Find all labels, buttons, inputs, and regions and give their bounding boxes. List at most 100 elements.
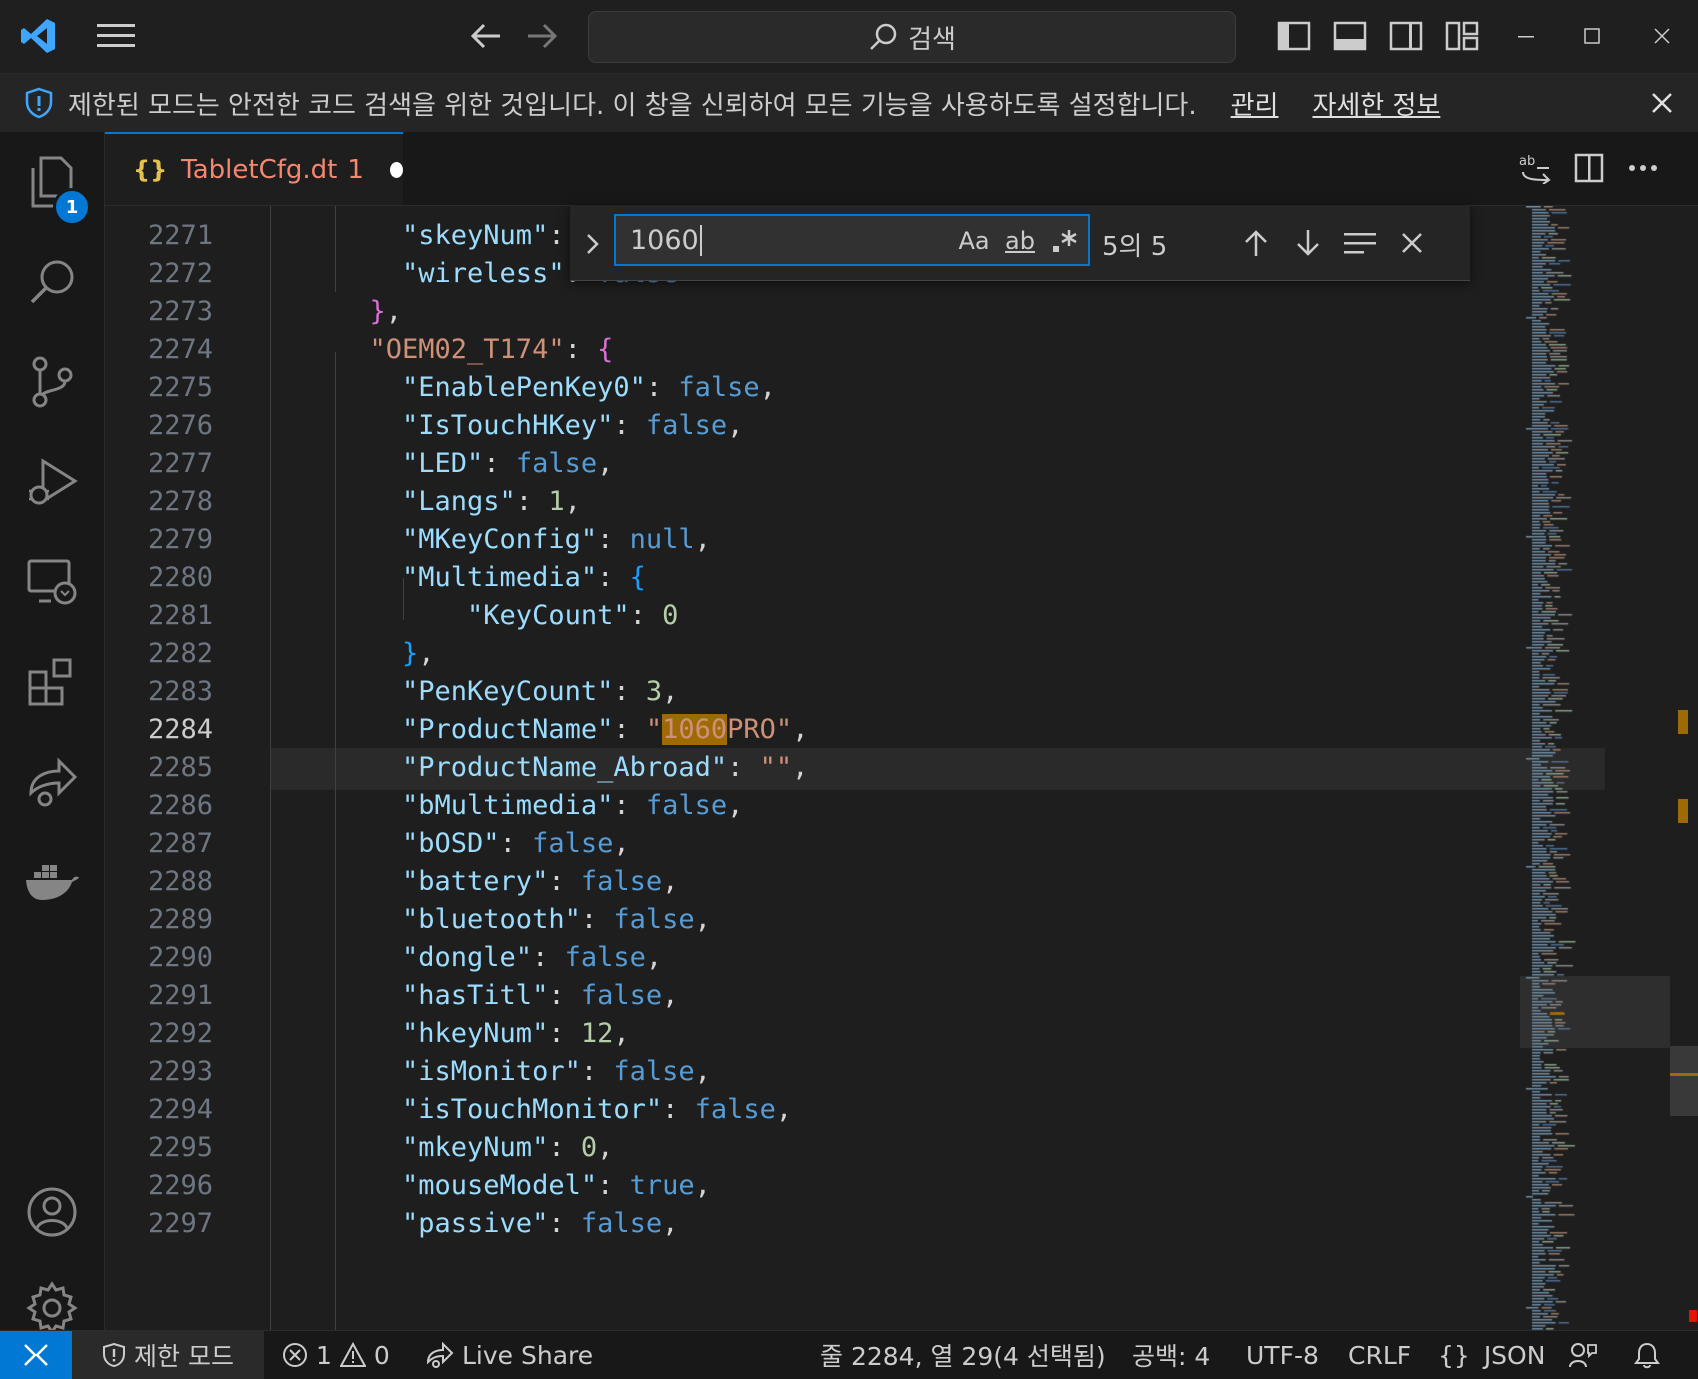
- code-token: :: [597, 524, 630, 555]
- code-token: :: [645, 372, 679, 403]
- accounts-button[interactable]: [0, 1162, 104, 1262]
- scrollbar-thumb[interactable]: [1670, 1046, 1698, 1116]
- encoding-button[interactable]: UTF-8: [1246, 1331, 1319, 1379]
- live-share-view-button[interactable]: [0, 732, 104, 832]
- whole-word-toggle[interactable]: ab: [998, 216, 1042, 266]
- toggle-panel-icon[interactable]: [1326, 12, 1374, 60]
- restricted-mode-banner: 제한된 모드는 안전한 코드 검색을 위한 것입니다. 이 창을 신뢰하여 모든…: [0, 74, 1698, 132]
- remote-explorer-icon: [27, 559, 77, 605]
- eol-button[interactable]: CRLF: [1348, 1331, 1411, 1379]
- indentation-button[interactable]: 공백: 4: [1132, 1331, 1210, 1379]
- code-token: "passive": [337, 1208, 549, 1239]
- close-window-icon[interactable]: [1638, 12, 1686, 60]
- line-number: 2274: [147, 334, 213, 365]
- back-arrow-icon[interactable]: [462, 12, 510, 60]
- code-token: :: [548, 980, 581, 1011]
- feedback-button[interactable]: [1568, 1331, 1598, 1379]
- code-token: {: [597, 334, 614, 365]
- explorer-button[interactable]: 1: [0, 132, 104, 232]
- regex-toggle[interactable]: [1044, 216, 1084, 266]
- code-token: "bMultimedia": [337, 790, 614, 821]
- code-line: "mouseModel": true,: [337, 1170, 711, 1201]
- extensions-icon: [28, 658, 72, 706]
- vertical-scrollbar[interactable]: [1669, 206, 1698, 1330]
- toggle-secondary-sidebar-icon[interactable]: [1382, 12, 1430, 60]
- arrow-down-icon: [1297, 230, 1319, 256]
- match-case-toggle[interactable]: Aa: [954, 216, 994, 266]
- code-token: "Multimedia": [337, 562, 598, 593]
- gear-icon: [26, 1281, 78, 1335]
- notifications-button[interactable]: [1634, 1331, 1660, 1379]
- find-input[interactable]: 1060 Aa ab: [614, 214, 1090, 266]
- next-match-button[interactable]: [1284, 219, 1332, 267]
- code-line: "hasTitl": false,: [337, 980, 678, 1011]
- customize-layout-icon[interactable]: [1438, 12, 1486, 60]
- tab-tabletcfg[interactable]: {} TabletCfg.dt 1: [105, 132, 403, 205]
- unsaved-dot-icon[interactable]: [389, 161, 403, 178]
- remote-explorer-button[interactable]: [0, 532, 104, 632]
- close-find-button[interactable]: [1388, 219, 1436, 267]
- code-token: :: [532, 942, 565, 973]
- code-token: "PenKeyCount": [337, 676, 614, 707]
- restricted-mode-button[interactable]: 제한 모드: [72, 1331, 264, 1379]
- minimap-canvas: [1520, 206, 1678, 1330]
- code-token: null: [629, 524, 695, 555]
- cursor-position-button[interactable]: 줄 2284, 열 29(4 선택됨): [820, 1331, 1106, 1379]
- line-number: 2278: [147, 486, 213, 517]
- search-match-highlight: 1060: [662, 714, 728, 745]
- code-token: :: [564, 334, 598, 365]
- code-token: "hkeyNum": [337, 1018, 549, 1049]
- docker-button[interactable]: [0, 832, 104, 932]
- close-banner-icon[interactable]: [1638, 79, 1686, 127]
- compare-changes-button[interactable]: ab: [1511, 144, 1559, 192]
- source-control-button[interactable]: [0, 332, 104, 432]
- live-share-button[interactable]: Live Share: [426, 1331, 593, 1379]
- maximize-window-icon[interactable]: [1568, 12, 1616, 60]
- toggle-primary-sidebar-icon[interactable]: [1270, 12, 1318, 60]
- line-number: 2293: [147, 1056, 213, 1087]
- line-number: 2276: [147, 410, 213, 441]
- problems-button[interactable]: 1 0: [282, 1331, 390, 1379]
- minimize-window-icon[interactable]: [1502, 12, 1550, 60]
- live-share-icon: [29, 757, 78, 807]
- learn-more-link[interactable]: 자세한 정보: [1312, 85, 1440, 122]
- shield-icon: [103, 1342, 126, 1368]
- search-match-marker: [1678, 710, 1688, 734]
- feedback-icon: [1569, 1343, 1597, 1368]
- code-token: false: [580, 980, 663, 1011]
- run-debug-button[interactable]: [0, 432, 104, 532]
- extensions-button[interactable]: [0, 632, 104, 732]
- code-line: "ProductName_Abroad": "",: [337, 752, 808, 783]
- toggle-replace-chevron-icon[interactable]: [578, 226, 606, 262]
- more-actions-button[interactable]: [1619, 144, 1667, 192]
- line-number-active: 2284: [147, 714, 213, 745]
- line-number: 2291: [147, 980, 213, 1011]
- code-line: "isMonitor": false,: [337, 1056, 711, 1087]
- search-view-button[interactable]: [0, 232, 104, 332]
- code-token: ,: [662, 676, 679, 707]
- activity-bar: 1: [0, 132, 105, 1335]
- menu-icon[interactable]: [92, 12, 140, 60]
- search-icon: [30, 260, 74, 304]
- minimap[interactable]: [1520, 206, 1678, 1330]
- svg-text:ab: ab: [1519, 154, 1535, 169]
- code-token: ,: [792, 752, 809, 783]
- line-number: 2286: [147, 790, 213, 821]
- code-token: 12: [580, 1018, 614, 1049]
- manage-link[interactable]: 관리: [1231, 85, 1279, 122]
- language-mode-button[interactable]: {} JSON: [1438, 1331, 1545, 1379]
- code-line: "Langs": 1,: [337, 486, 581, 517]
- code-token: false: [645, 410, 728, 441]
- code-token: "dongle": [337, 942, 533, 973]
- code-editor[interactable]: 2271 2272 2273 2274 2275 2276 2277 2278 …: [105, 206, 1698, 1330]
- forward-arrow-icon[interactable]: [518, 12, 566, 60]
- code-token: "LED": [337, 448, 484, 479]
- close-icon: [1402, 233, 1422, 253]
- command-center-search[interactable]: 검색: [588, 11, 1236, 63]
- split-editor-button[interactable]: [1565, 144, 1613, 192]
- previous-match-button[interactable]: [1232, 219, 1280, 267]
- remote-indicator-button[interactable]: [0, 1331, 72, 1379]
- code-token: ,: [662, 866, 679, 897]
- find-in-selection-button[interactable]: [1336, 219, 1384, 267]
- line-number: 2285: [147, 752, 213, 783]
